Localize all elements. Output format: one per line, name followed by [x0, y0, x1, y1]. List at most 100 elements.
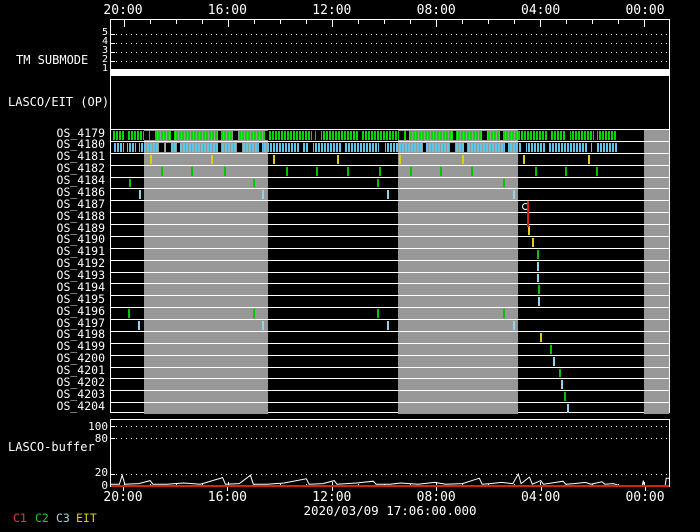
event-tick: [387, 321, 390, 330]
os-row: [111, 224, 669, 236]
bottom-axis-tick: [540, 487, 542, 491]
os-row: [111, 378, 669, 390]
event-tick: [387, 190, 390, 200]
event-tick: [336, 154, 339, 164]
legend-item-c3: C3: [56, 511, 70, 525]
event-tick: [211, 154, 214, 164]
tm-submode-value-bar: [111, 69, 669, 76]
os-row: [111, 283, 669, 295]
buffer-fill-trace: [111, 472, 669, 487]
event-tick: [563, 392, 566, 402]
event-tick: [137, 321, 140, 330]
time-label: 04:00: [521, 3, 561, 18]
os-row: [111, 259, 669, 272]
event-tick: [537, 249, 540, 259]
tm-y-tick: [111, 61, 115, 62]
event-tick: [262, 321, 265, 330]
event-tick: [377, 309, 380, 318]
lasco-eit-op-panel: [111, 76, 669, 129]
event-tick: [138, 190, 141, 200]
event-tick: [587, 154, 590, 164]
event-tick: [561, 380, 564, 390]
bottom-axis-tick: [645, 487, 647, 491]
os-row: [111, 342, 669, 355]
event-tick: [537, 273, 540, 283]
os-row: [111, 212, 669, 224]
event-tick: [538, 285, 541, 295]
event-tick: [253, 309, 256, 318]
event-tick: [150, 154, 153, 164]
event-tick: [539, 332, 542, 342]
event-tick: [410, 166, 413, 176]
os-row: [111, 307, 669, 319]
event-tick: [565, 166, 568, 176]
time-label: 12:00: [312, 3, 352, 18]
lasco-buffer-panel: [110, 419, 670, 487]
os-row: [111, 235, 669, 248]
os-row: [111, 271, 669, 284]
event-tick: [532, 237, 535, 247]
event-tick: [127, 309, 130, 318]
event-tick: [377, 178, 380, 188]
time-label: 16:00: [207, 490, 247, 505]
time-label: 20:00: [103, 490, 143, 505]
bottom-axis-tick: [227, 487, 229, 491]
event-tick: [398, 154, 401, 164]
telemetry-display: 20:00 16:00 12:00 08:00 04:00 00:00 TM SUBMOD…: [0, 0, 700, 532]
event-tick: [461, 154, 464, 164]
event-tick: [378, 166, 381, 176]
legend-item-c1: C1: [13, 511, 27, 525]
time-label: 16:00: [207, 3, 247, 18]
bottom-axis-tick: [331, 487, 333, 491]
bottom-axis-tick: [122, 487, 124, 491]
event-tick: [160, 166, 163, 176]
tm-gridline: [111, 61, 669, 62]
bottom-axis-tick: [436, 487, 438, 491]
tm-submode-label: TM SUBMODE: [16, 53, 89, 67]
event-tick: [502, 309, 505, 318]
dense-exposure-band: [113, 142, 618, 152]
buffer-y-tick-label: 80: [94, 432, 108, 445]
tm-gridline: [111, 52, 669, 53]
tm-gridline: [111, 34, 669, 35]
event-red-line: [527, 201, 530, 227]
tm-y-tick: [111, 52, 115, 53]
os-row: [111, 390, 669, 402]
event-tick: [439, 166, 442, 176]
buffer-red-baseline: [111, 485, 669, 487]
event-tick: [253, 178, 256, 188]
event-tick: [522, 154, 525, 164]
event-tick: [567, 404, 570, 413]
dense-exposure-band: [113, 131, 618, 140]
os-rows-panel: [111, 129, 669, 414]
event-tick: [534, 166, 537, 176]
os-row: [111, 140, 669, 153]
main-plot-box: [110, 19, 670, 414]
event-tick: [190, 166, 193, 176]
time-label: 20:00: [103, 3, 143, 18]
event-tick: [512, 190, 515, 200]
event-tick: [512, 321, 515, 330]
os-row: [111, 354, 669, 367]
lasco-buffer-label: LASCO-buffer: [8, 440, 95, 454]
tm-y-tick: [111, 43, 115, 44]
os-row: [111, 152, 669, 165]
time-label: 08:00: [416, 3, 456, 18]
tm-gridline: [111, 43, 669, 44]
os-row: [111, 200, 669, 212]
os-row: [111, 129, 669, 141]
event-tick: [596, 166, 599, 176]
event-tick: [537, 261, 540, 271]
time-label: 00:00: [625, 490, 665, 505]
os-row: [111, 402, 669, 414]
event-tick: [273, 154, 276, 164]
event-tick: [262, 190, 265, 200]
legend-item-c2: C2: [35, 511, 49, 525]
event-tick: [285, 166, 288, 176]
event-tick: [347, 166, 350, 176]
event-tick: [471, 166, 474, 176]
event-tick: [528, 226, 531, 235]
time-label: 00:00: [625, 3, 665, 18]
os-row: [111, 295, 669, 307]
event-tick: [316, 166, 319, 176]
